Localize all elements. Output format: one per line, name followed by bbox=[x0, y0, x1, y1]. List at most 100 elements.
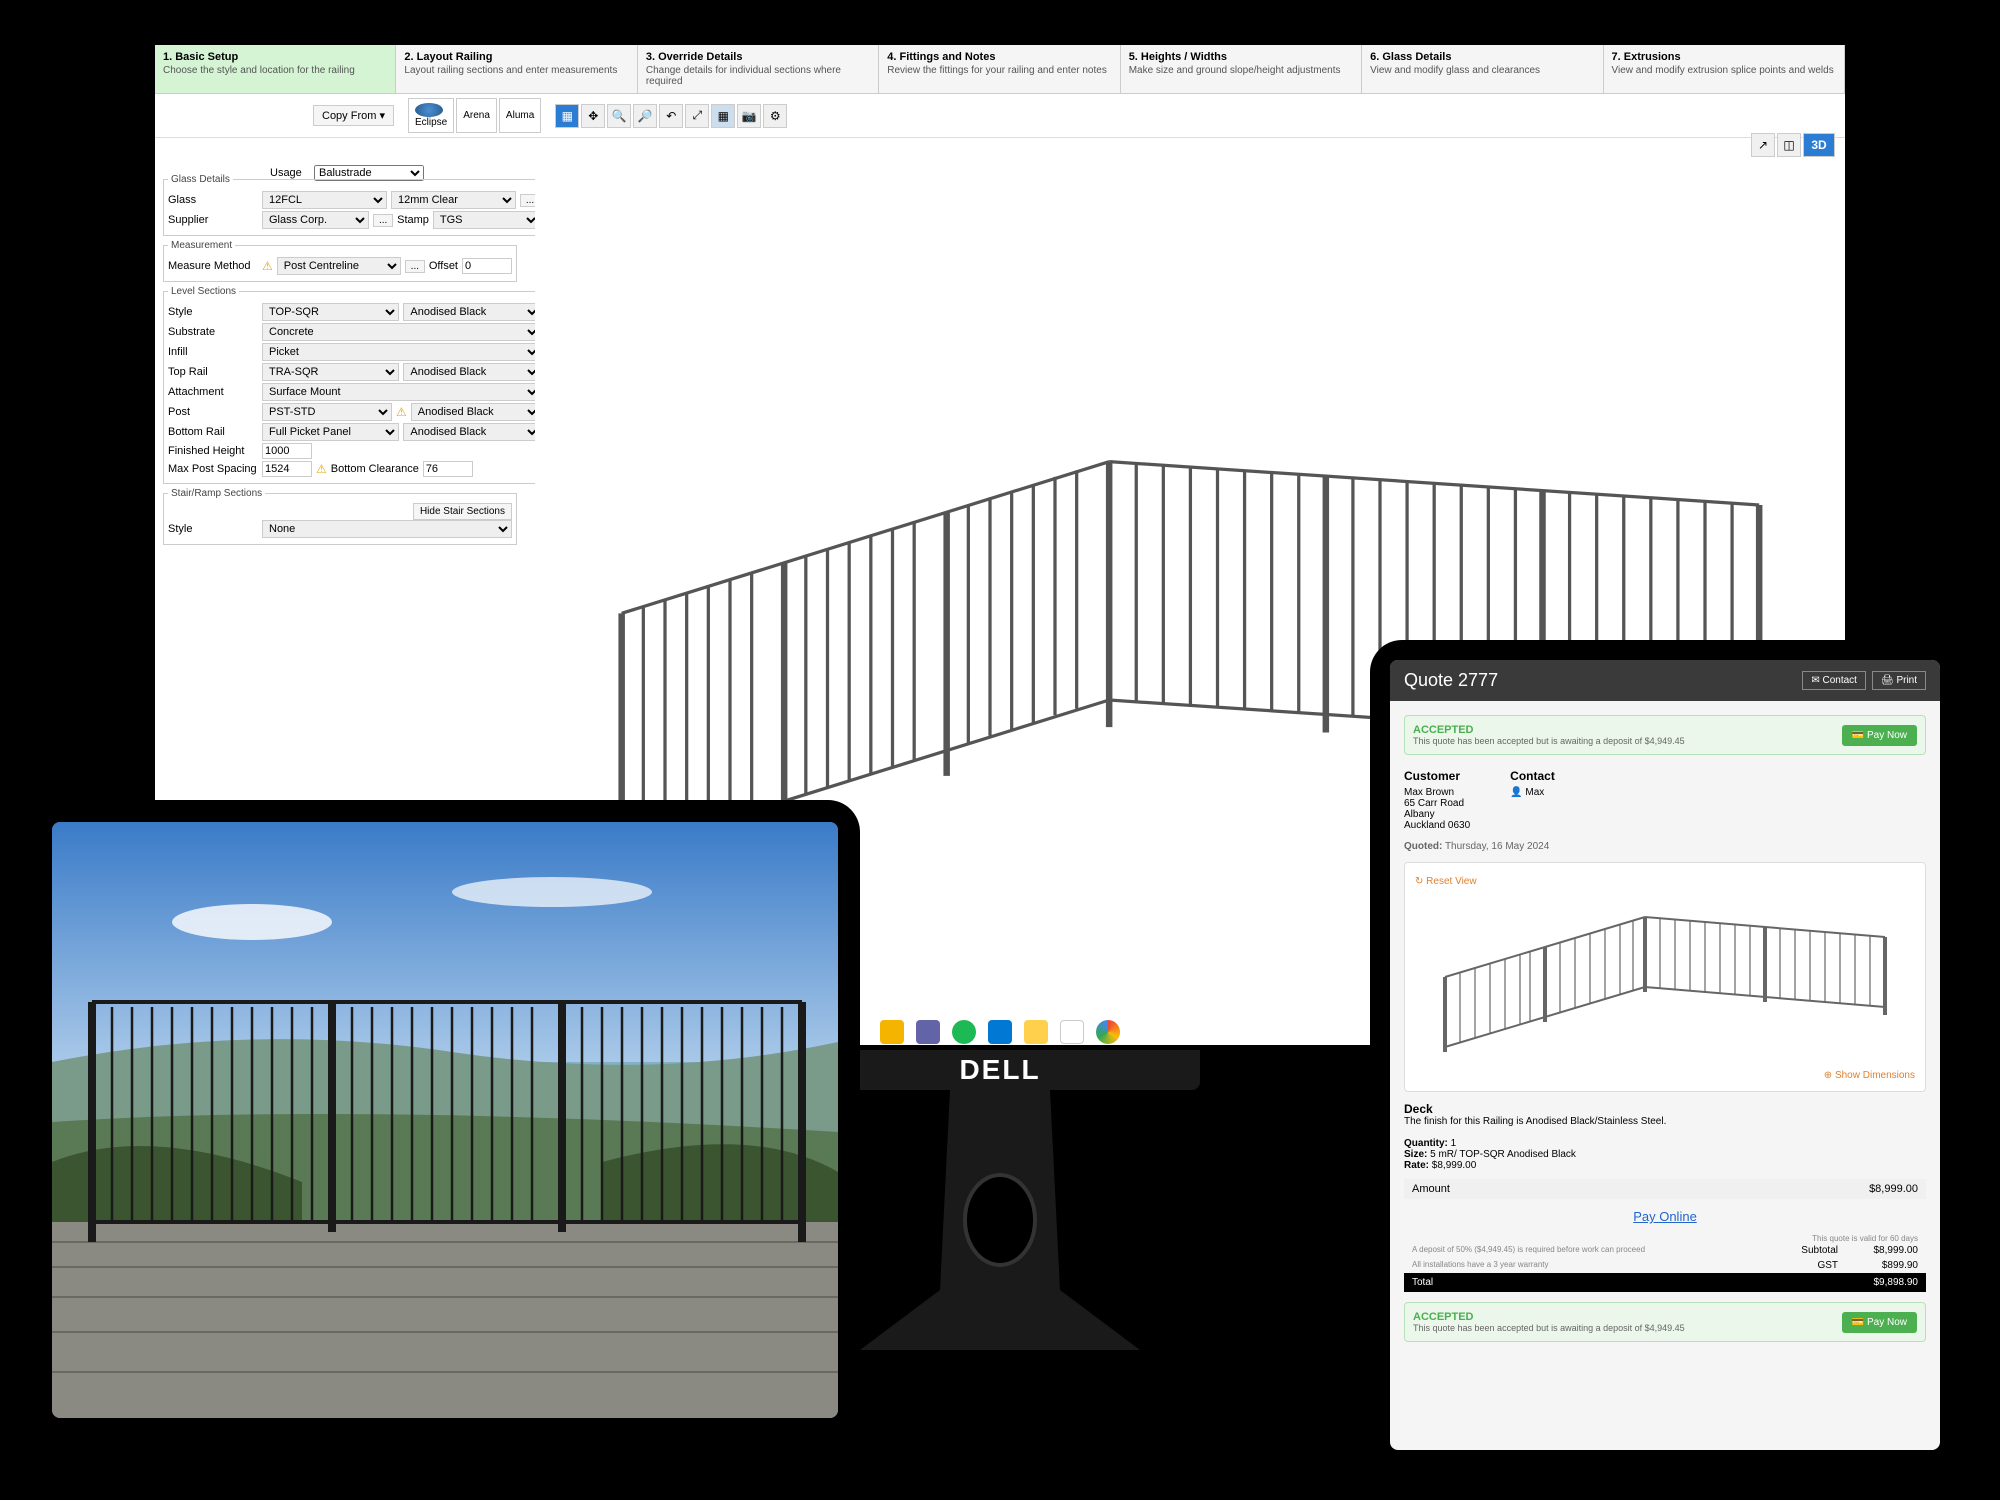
customer-name: Max Brown bbox=[1404, 787, 1470, 798]
subtotal-value: $8,999.00 bbox=[1838, 1245, 1918, 1256]
taskbar-calculator-icon[interactable] bbox=[1060, 1020, 1084, 1044]
tab-title: 5. Heights / Widths bbox=[1129, 51, 1353, 63]
infill-select[interactable]: Picket bbox=[262, 343, 541, 361]
view-share-button[interactable]: ↗ bbox=[1751, 133, 1775, 157]
gst-label: GST bbox=[1817, 1260, 1838, 1271]
style-code-select[interactable]: TOP-SQR bbox=[262, 303, 399, 321]
amount-label: Amount bbox=[1412, 1183, 1450, 1195]
customer-label: Customer bbox=[1404, 769, 1470, 783]
validity-note: This quote is valid for 60 days bbox=[1404, 1234, 1926, 1243]
tool-move-button[interactable]: ✥ bbox=[581, 104, 605, 128]
section-title: Stair/Ramp Sections bbox=[168, 488, 265, 499]
accepted-banner: ACCEPTED This quote has been accepted bu… bbox=[1404, 715, 1926, 755]
show-dimensions-link[interactable]: ⊕ Show Dimensions bbox=[1824, 1070, 1915, 1081]
brand-buttons: Eclipse Arena Aluma bbox=[408, 98, 541, 133]
view-iso-button[interactable]: ◫ bbox=[1777, 133, 1801, 157]
hide-stair-button[interactable]: Hide Stair Sections bbox=[413, 503, 512, 520]
quote-page[interactable]: Quote 2777 ✉ Contact 🖨 Print ACCEPTED Th… bbox=[1390, 660, 1940, 1450]
max-post-input[interactable] bbox=[262, 461, 312, 477]
tool-snapshot-button[interactable]: 📷 bbox=[737, 104, 761, 128]
tablet-quote: Quote 2777 ✉ Contact 🖨 Print ACCEPTED Th… bbox=[1370, 640, 1960, 1470]
brand-arena-button[interactable]: Arena bbox=[456, 98, 497, 133]
tool-undo-button[interactable]: ↶ bbox=[659, 104, 683, 128]
taskbar-teams-icon[interactable] bbox=[916, 1020, 940, 1044]
pay-online-link[interactable]: Pay Online bbox=[1404, 1209, 1926, 1224]
warranty-note: All installations have a 3 year warranty bbox=[1412, 1260, 1817, 1271]
stamp-select[interactable]: TGS bbox=[433, 211, 540, 229]
measure-more-button[interactable]: ... bbox=[405, 260, 425, 273]
amount-value: $8,999.00 bbox=[1869, 1183, 1918, 1195]
tab-title: 4. Fittings and Notes bbox=[887, 51, 1111, 63]
warning-icon: ⚠ bbox=[262, 259, 273, 273]
brand-eclipse-button[interactable]: Eclipse bbox=[408, 98, 454, 133]
bottomrail-select[interactable]: Full Picket Panel bbox=[262, 423, 399, 441]
tool-select-button[interactable]: ▦ bbox=[555, 104, 579, 128]
pay-now-button[interactable]: 💳 Pay Now bbox=[1842, 725, 1917, 746]
glass-code-select[interactable]: 12FCL bbox=[262, 191, 387, 209]
glass-details-section: Glass Details Glass 12FCL 12mm Clear ...… bbox=[163, 174, 545, 236]
properties-panel: Glass Details Glass 12FCL 12mm Clear ...… bbox=[155, 170, 525, 553]
contact-label: Contact bbox=[1510, 769, 1555, 783]
taskbar-spotify-icon[interactable] bbox=[952, 1020, 976, 1044]
wizard-tab-layout-railing[interactable]: 2. Layout Railing Layout railing section… bbox=[396, 45, 637, 93]
taskbar-explorer-icon[interactable] bbox=[1024, 1020, 1048, 1044]
max-post-label: Max Post Spacing bbox=[168, 463, 258, 475]
stair-style-select[interactable]: None bbox=[262, 520, 512, 538]
accepted-banner-bottom: ACCEPTED This quote has been accepted bu… bbox=[1404, 1302, 1926, 1342]
supplier-more-button[interactable]: ... bbox=[373, 214, 393, 227]
tool-zoomout-button[interactable]: 🔎 bbox=[633, 104, 657, 128]
wizard-tab-basic-setup[interactable]: 1. Basic Setup Choose the style and loca… bbox=[155, 45, 396, 93]
copy-from-button[interactable]: Copy From ▾ bbox=[313, 105, 394, 126]
post-finish-select[interactable]: Anodised Black bbox=[411, 403, 541, 421]
tool-zoomin-button[interactable]: 🔍 bbox=[607, 104, 631, 128]
post-code-select[interactable]: PST-STD bbox=[262, 403, 392, 421]
tab-desc: Choose the style and location for the ra… bbox=[163, 65, 387, 76]
tab-desc: View and modify extrusion splice points … bbox=[1612, 65, 1836, 76]
taskbar-outlook-icon[interactable] bbox=[988, 1020, 1012, 1044]
toprail-finish-select[interactable]: Anodised Black bbox=[403, 363, 540, 381]
toolbar: Copy From ▾ Eclipse Arena Aluma ▦ ✥ 🔍 🔎 … bbox=[155, 94, 1845, 138]
supplier-select[interactable]: Glass Corp. bbox=[262, 211, 369, 229]
wizard-tab-fittings-notes[interactable]: 4. Fittings and Notes Review the fitting… bbox=[879, 45, 1120, 93]
tab-desc: Make size and ground slope/height adjust… bbox=[1129, 65, 1353, 76]
finished-height-input[interactable] bbox=[262, 443, 312, 459]
section-title: Measurement bbox=[168, 240, 235, 251]
finished-height-label: Finished Height bbox=[168, 445, 258, 457]
wizard-tab-override-details[interactable]: 3. Override Details Change details for i… bbox=[638, 45, 879, 93]
tool-grid-button[interactable]: ▦ bbox=[711, 104, 735, 128]
bottomrail-finish-select[interactable]: Anodised Black bbox=[403, 423, 540, 441]
deposit-note: A deposit of 50% ($4,949.45) is required… bbox=[1412, 1245, 1801, 1256]
wizard-tab-extrusions[interactable]: 7. Extrusions View and modify extrusion … bbox=[1604, 45, 1845, 93]
style-finish-select[interactable]: Anodised Black bbox=[403, 303, 540, 321]
tool-fit-button[interactable]: ⤢ bbox=[685, 104, 709, 128]
view-3d-button[interactable]: 3D bbox=[1803, 133, 1835, 157]
tab-title: 2. Layout Railing bbox=[404, 51, 628, 63]
measure-method-label: Measure Method bbox=[168, 260, 258, 272]
icon-toolbar: ▦ ✥ 🔍 🔎 ↶ ⤢ ▦ 📷 ⚙ bbox=[555, 104, 787, 128]
section-title: Level Sections bbox=[168, 286, 239, 297]
offset-input[interactable] bbox=[462, 258, 512, 274]
contact-button[interactable]: ✉ Contact bbox=[1802, 671, 1866, 690]
print-button[interactable]: 🖨 Print bbox=[1872, 671, 1926, 690]
brand-aluma-button[interactable]: Aluma bbox=[499, 98, 541, 133]
wizard-tab-glass-details[interactable]: 6. Glass Details View and modify glass a… bbox=[1362, 45, 1603, 93]
warning-icon: ⚠ bbox=[396, 405, 407, 419]
total-value: $9,898.90 bbox=[1874, 1277, 1919, 1288]
reset-view-link[interactable]: ↻ Reset View bbox=[1415, 876, 1477, 887]
toprail-code-select[interactable]: TRA-SQR bbox=[262, 363, 399, 381]
warning-icon: ⚠ bbox=[316, 462, 327, 476]
glass-label: Glass bbox=[168, 194, 258, 206]
substrate-select[interactable]: Concrete bbox=[262, 323, 541, 341]
bottomrail-label: Bottom Rail bbox=[168, 426, 258, 438]
glass-type-select[interactable]: 12mm Clear bbox=[391, 191, 516, 209]
measure-method-select[interactable]: Post Centreline bbox=[277, 257, 401, 275]
quote-body: Customer Max Brown 65 Carr Road Albany A… bbox=[1390, 769, 1940, 1356]
taskbar-chrome-icon[interactable] bbox=[1096, 1020, 1120, 1044]
stair-style-label: Style bbox=[168, 523, 258, 535]
taskbar-folder-icon[interactable] bbox=[880, 1020, 904, 1044]
tool-settings-button[interactable]: ⚙ bbox=[763, 104, 787, 128]
pay-now-button-bottom[interactable]: 💳 Pay Now bbox=[1842, 1312, 1917, 1333]
wizard-tab-heights-widths[interactable]: 5. Heights / Widths Make size and ground… bbox=[1121, 45, 1362, 93]
bottom-clear-input[interactable] bbox=[423, 461, 473, 477]
attachment-select[interactable]: Surface Mount bbox=[262, 383, 541, 401]
